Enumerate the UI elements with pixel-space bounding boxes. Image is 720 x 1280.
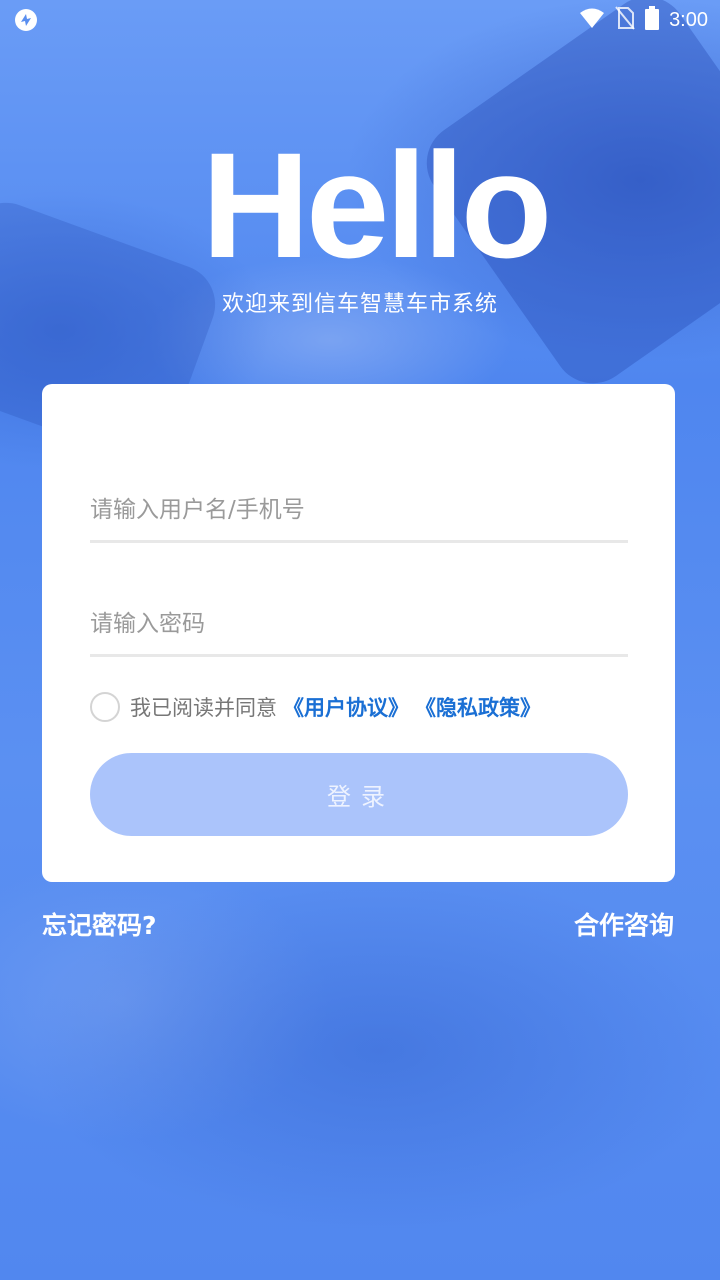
hero-subtitle: 欢迎来到信车智慧车市系统 (221, 292, 498, 317)
login-button[interactable]: 登录 (90, 753, 628, 836)
battery-icon (645, 6, 660, 34)
hero-title: Hello (201, 121, 553, 289)
status-time: 3:00 (669, 8, 708, 31)
login-card: 我已阅读并同意 《用户协议》 《隐私政策》 登录 (42, 384, 675, 882)
agreement-row: 我已阅读并同意 《用户协议》 《隐私政策》 (90, 689, 541, 725)
agreement-text: 我已阅读并同意 (130, 696, 277, 720)
password-field (90, 594, 628, 657)
username-field (90, 480, 628, 543)
no-sim-icon (615, 6, 635, 34)
password-input[interactable] (90, 594, 628, 654)
app-logo-icon (14, 8, 38, 32)
user-agreement-link[interactable]: 《用户协议》 (283, 692, 409, 722)
privacy-policy-link[interactable]: 《隐私政策》 (415, 692, 541, 722)
wifi-icon (579, 7, 605, 33)
username-input[interactable] (90, 480, 628, 540)
agreement-checkbox[interactable] (90, 692, 120, 722)
status-bar: 3:00 (0, 0, 720, 40)
forgot-password-link[interactable]: 忘记密码? (42, 906, 157, 942)
cooperation-consult-link[interactable]: 合作咨询 (574, 906, 674, 942)
